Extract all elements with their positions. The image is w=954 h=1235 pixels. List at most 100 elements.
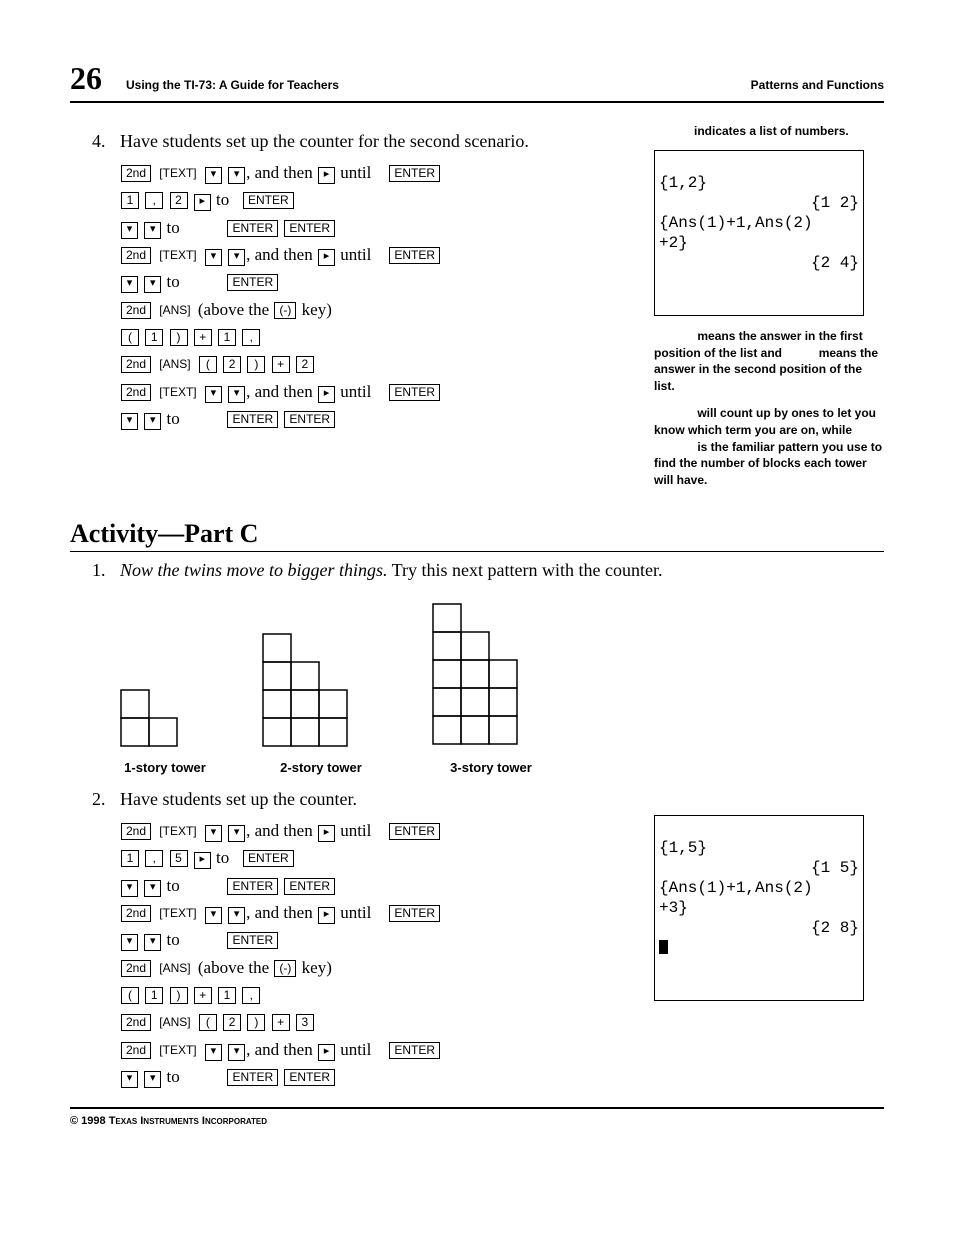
right-arrow-icon: ▸ — [318, 907, 335, 924]
page-footer: © 1998 Texas Instruments Incorporated — [70, 1107, 884, 1127]
key-plus: + — [272, 1014, 290, 1031]
step-number: 1. — [92, 560, 120, 581]
key-enter: ENTER — [284, 411, 335, 428]
down-arrow-icon: ▾ — [121, 934, 138, 951]
key-neg: (-) — [274, 960, 296, 977]
key-plus: + — [194, 329, 212, 346]
key-2nd: 2nd — [121, 384, 151, 401]
page-header: 26 Using the TI-73: A Guide for Teachers… — [70, 60, 884, 103]
down-arrow-icon: ▾ — [144, 222, 161, 239]
key-plus: + — [272, 356, 290, 373]
down-arrow-icon: ▾ — [205, 167, 222, 184]
key-lparen: ( — [121, 987, 139, 1004]
key-enter: ENTER — [284, 878, 335, 895]
key-2nd: 2nd — [121, 165, 151, 182]
key-plus: + — [194, 987, 212, 1004]
key-rparen: ) — [247, 356, 265, 373]
right-arrow-icon: ▸ — [318, 386, 335, 403]
key-sequence-2: 2nd [TEXT] ▾ ▾, and then ▸ until ENTER 1… — [120, 818, 638, 1090]
down-arrow-icon: ▾ — [121, 222, 138, 239]
key-2: 2 — [296, 356, 314, 373]
key-comma: , — [145, 850, 163, 867]
right-arrow-icon: ▸ — [318, 249, 335, 266]
down-arrow-icon: ▾ — [228, 907, 245, 924]
key-5: 5 — [170, 850, 188, 867]
key-1: 1 — [145, 329, 163, 346]
key-rparen: ) — [170, 329, 188, 346]
key-enter: ENTER — [389, 1042, 440, 1059]
key-1: 1 — [121, 850, 139, 867]
down-arrow-icon: ▾ — [205, 249, 222, 266]
key-3: 3 — [296, 1014, 314, 1031]
key-2nd: 2nd — [121, 1042, 151, 1059]
key-enter: ENTER — [227, 220, 278, 237]
key-enter: ENTER — [389, 384, 440, 401]
down-arrow-icon: ▾ — [205, 386, 222, 403]
down-arrow-icon: ▾ — [121, 880, 138, 897]
down-arrow-icon: ▾ — [228, 1044, 245, 1061]
key-rparen: ) — [170, 987, 188, 1004]
chapter-title: Patterns and Functions — [751, 78, 884, 92]
key-1: 1 — [145, 987, 163, 1004]
key-1: 1 — [218, 987, 236, 1004]
step-c1: 1. Now the twins move to bigger things. … — [92, 560, 884, 581]
key-enter: ENTER — [227, 1069, 278, 1086]
key-comma: , — [242, 987, 260, 1004]
step-text: Have students set up the counter for the… — [120, 131, 529, 152]
towers-figure: 1-story tower — [120, 599, 884, 775]
key-enter: ENTER — [227, 411, 278, 428]
key-2: 2 — [223, 356, 241, 373]
key-text: [TEXT] — [157, 385, 198, 400]
key-enter: ENTER — [389, 823, 440, 840]
key-ans: [ANS] — [157, 357, 192, 372]
key-ans: [ANS] — [157, 1015, 192, 1030]
down-arrow-icon: ▾ — [144, 880, 161, 897]
tower-2-svg — [262, 629, 380, 749]
down-arrow-icon: ▾ — [228, 167, 245, 184]
side-note-1: indicates a list of numbers. — [654, 123, 884, 140]
key-2: 2 — [170, 192, 188, 209]
key-2: 2 — [223, 1014, 241, 1031]
step-text-italic: Now the twins move to bigger things. — [120, 560, 388, 580]
key-lparen: ( — [121, 329, 139, 346]
key-enter: ENTER — [389, 905, 440, 922]
right-arrow-icon: ▸ — [318, 1044, 335, 1061]
down-arrow-icon: ▾ — [205, 907, 222, 924]
key-enter: ENTER — [243, 850, 294, 867]
down-arrow-icon: ▾ — [144, 276, 161, 293]
key-enter: ENTER — [227, 274, 278, 291]
down-arrow-icon: ▾ — [205, 825, 222, 842]
key-enter: ENTER — [227, 932, 278, 949]
key-1: 1 — [218, 329, 236, 346]
key-2nd: 2nd — [121, 905, 151, 922]
down-arrow-icon: ▾ — [228, 386, 245, 403]
book-title: Using the TI-73: A Guide for Teachers — [126, 78, 751, 92]
key-2nd: 2nd — [121, 1014, 151, 1031]
key-2nd: 2nd — [121, 302, 151, 319]
tower-1-svg — [120, 659, 210, 749]
key-enter: ENTER — [284, 220, 335, 237]
key-comma: , — [145, 192, 163, 209]
key-2nd: 2nd — [121, 823, 151, 840]
tower-1-label: 1-story tower — [120, 760, 210, 775]
key-ans: [ANS] — [157, 961, 192, 976]
key-text: [TEXT] — [157, 1043, 198, 1058]
key-rparen: ) — [247, 1014, 265, 1031]
down-arrow-icon: ▾ — [205, 1044, 222, 1061]
key-lparen: ( — [199, 1014, 217, 1031]
calc-screen-2: {1,5} {1 5}{Ans(1)+1,Ans(2)+3} {2 8} — [654, 815, 864, 1001]
key-sequence-1: 2nd [TEXT] ▾ ▾, and then ▸ until ENTER 1… — [120, 160, 638, 432]
down-arrow-icon: ▾ — [228, 249, 245, 266]
key-text: [TEXT] — [157, 166, 198, 181]
tower-2-label: 2-story tower — [262, 760, 380, 775]
step-c2: 2. Have students set up the counter. — [92, 789, 638, 810]
key-text: [TEXT] — [157, 248, 198, 263]
side-note-2: means the answer in the first position o… — [654, 328, 884, 395]
step-text: Have students set up the counter. — [120, 789, 357, 810]
key-2nd: 2nd — [121, 247, 151, 264]
key-1: 1 — [121, 192, 139, 209]
step-number: 4. — [92, 131, 120, 152]
down-arrow-icon: ▾ — [121, 413, 138, 430]
step-4: 4. Have students set up the counter for … — [92, 131, 638, 152]
step-text: Try this next pattern with the counter. — [388, 560, 663, 580]
